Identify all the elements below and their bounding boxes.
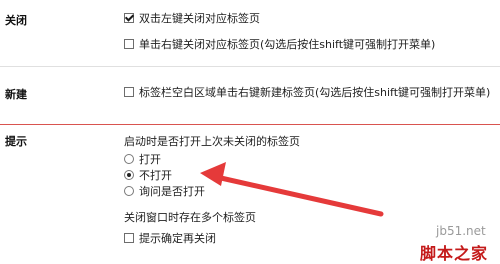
- watermark-brand: 脚本之家: [420, 244, 489, 263]
- annotation-arrow: [200, 162, 384, 217]
- watermark-site: jb51.net: [436, 224, 486, 238]
